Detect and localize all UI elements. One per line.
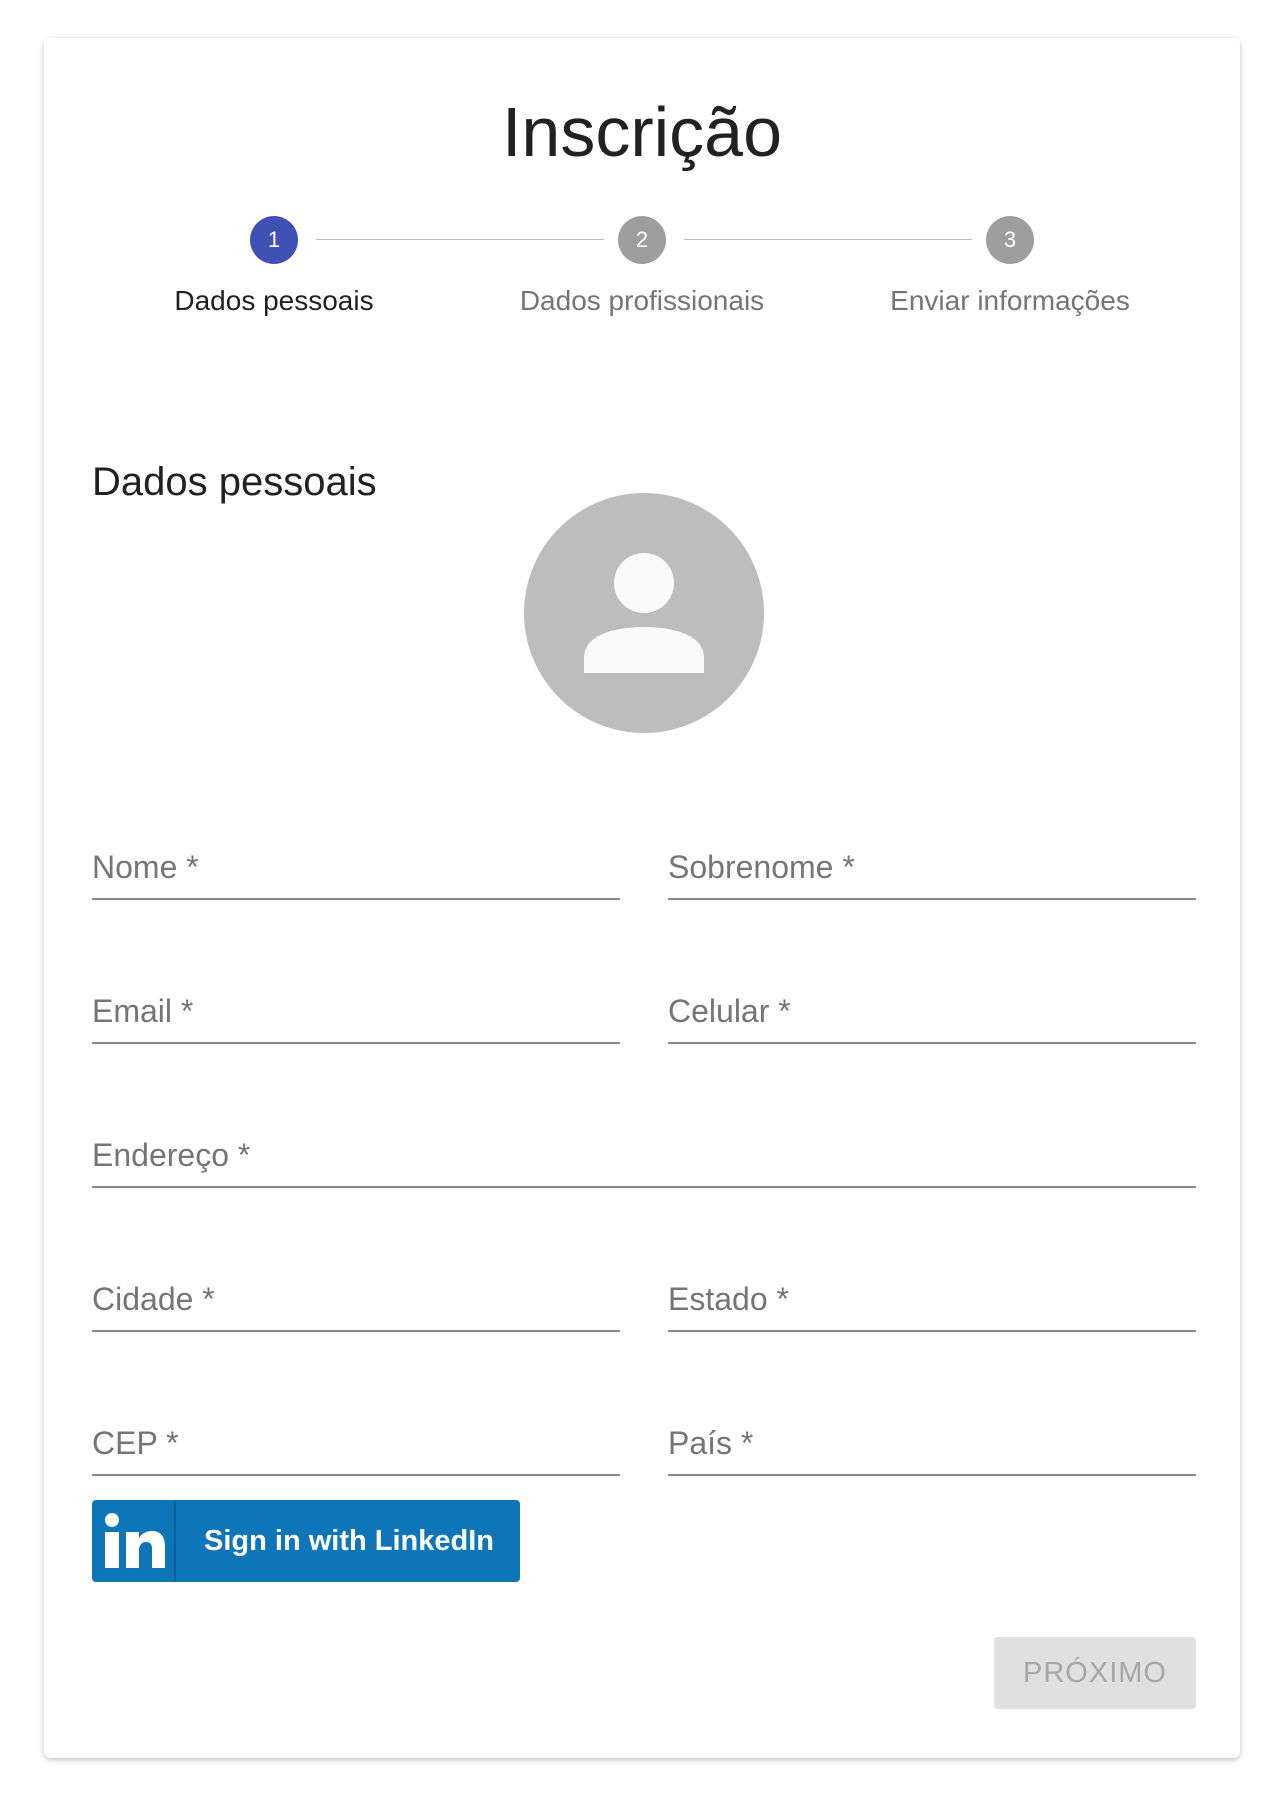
- section-title: Dados pessoais: [92, 460, 377, 504]
- pais-field[interactable]: País *: [668, 1414, 1196, 1476]
- nome-input[interactable]: [92, 854, 620, 894]
- step-1-label[interactable]: Dados pessoais: [114, 284, 434, 318]
- step-connector-2-3: [684, 239, 972, 240]
- step-connector-1-2: [316, 239, 604, 240]
- step-3-circle[interactable]: 3: [986, 216, 1034, 264]
- pais-input[interactable]: [668, 1430, 1196, 1470]
- sobrenome-field[interactable]: Sobrenome *: [668, 838, 1196, 900]
- linkedin-logo-icon: [105, 1513, 165, 1568]
- celular-input[interactable]: [668, 998, 1196, 1038]
- endereco-input[interactable]: [92, 1142, 1196, 1182]
- step-3-label[interactable]: Enviar informações: [850, 284, 1170, 318]
- cidade-input[interactable]: [92, 1286, 620, 1326]
- step-1-circle[interactable]: 1: [250, 216, 298, 264]
- person-icon: [584, 553, 704, 673]
- sobrenome-input[interactable]: [668, 854, 1196, 894]
- endereco-field[interactable]: Endereço *: [92, 1126, 1196, 1188]
- page-title: Inscrição: [501, 93, 783, 171]
- cep-field[interactable]: CEP *: [92, 1414, 620, 1476]
- stepper: 1 2 3 Dados pessoais Dados profissionais…: [44, 216, 1240, 366]
- avatar[interactable]: [524, 493, 764, 733]
- step-2-circle[interactable]: 2: [618, 216, 666, 264]
- estado-input[interactable]: [668, 1286, 1196, 1326]
- step-2-label[interactable]: Dados profissionais: [482, 284, 802, 318]
- linkedin-signin-button[interactable]: Sign in with LinkedIn: [92, 1500, 520, 1582]
- cidade-field[interactable]: Cidade *: [92, 1270, 620, 1332]
- linkedin-signin-label: Sign in with LinkedIn: [204, 1525, 494, 1557]
- estado-field[interactable]: Estado *: [668, 1270, 1196, 1332]
- celular-field[interactable]: Celular *: [668, 982, 1196, 1044]
- email-field[interactable]: Email *: [92, 982, 620, 1044]
- linkedin-icon: [92, 1500, 176, 1582]
- next-button[interactable]: PRÓXIMO: [994, 1637, 1196, 1709]
- nome-field[interactable]: Nome *: [92, 838, 620, 900]
- cep-input[interactable]: [92, 1430, 620, 1470]
- email-input[interactable]: [92, 998, 620, 1038]
- signup-card: Inscrição 1 2 3 Dados pessoais Dados pro…: [44, 38, 1240, 1758]
